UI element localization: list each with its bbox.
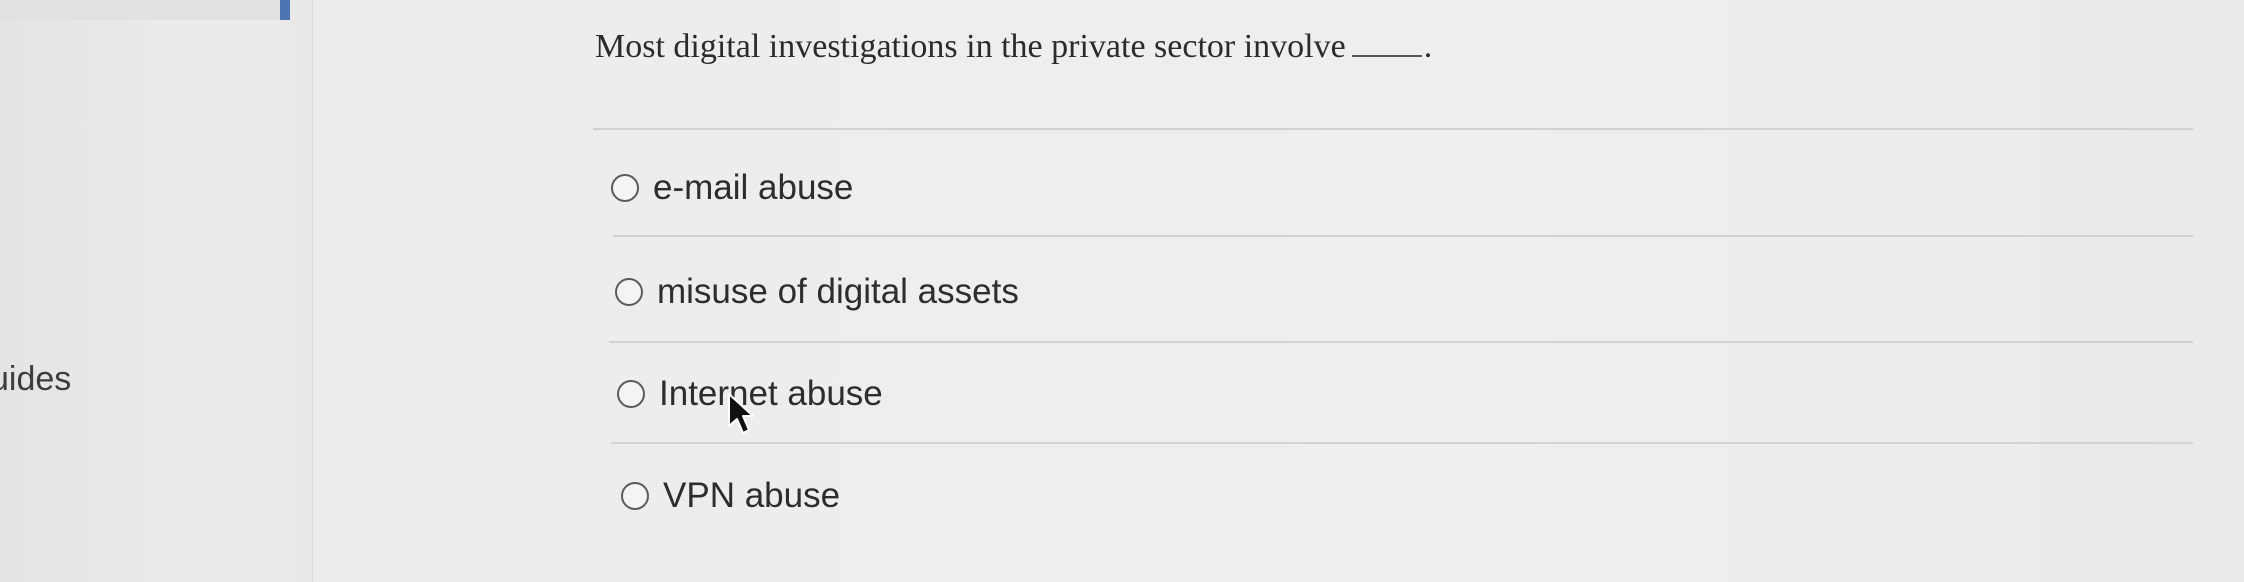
mouse-pointer-icon — [728, 393, 754, 434]
option-vpn-abuse[interactable]: VPN abuse — [621, 476, 840, 516]
top-left-strip — [0, 0, 285, 20]
option-label: misuse of digital assets — [657, 272, 1019, 311]
option-label: VPN abuse — [663, 476, 841, 515]
option-email-abuse[interactable]: e-mail abuse — [611, 168, 853, 208]
question-divider — [593, 128, 2193, 130]
option-divider — [611, 442, 2193, 444]
fill-in-blank — [1351, 55, 1422, 57]
radio-unselected-icon[interactable] — [621, 482, 649, 510]
sidebar-partial-label[interactable]: uides — [0, 360, 71, 399]
screen: uides Most digital investigations in the… — [0, 0, 2244, 582]
option-misuse-of-digital-assets[interactable]: misuse of digital assets — [615, 272, 1019, 312]
top-left-accent-bar — [280, 0, 290, 20]
radio-unselected-icon[interactable] — [611, 174, 639, 202]
option-divider — [609, 341, 2193, 343]
radio-unselected-icon[interactable] — [617, 380, 645, 408]
option-label: Internet abuse — [659, 374, 883, 413]
left-navigation-panel: uides — [0, 0, 312, 582]
option-divider — [613, 235, 2193, 237]
option-label: e-mail abuse — [653, 168, 854, 207]
question-content-area: Most digital investigations in the priva… — [312, 0, 2244, 582]
radio-unselected-icon[interactable] — [615, 278, 643, 306]
question-end-punctuation: . — [1423, 28, 1433, 65]
question-prompt: Most digital investigations in the priva… — [595, 28, 1432, 66]
question-text: Most digital investigations in the priva… — [595, 28, 1346, 65]
